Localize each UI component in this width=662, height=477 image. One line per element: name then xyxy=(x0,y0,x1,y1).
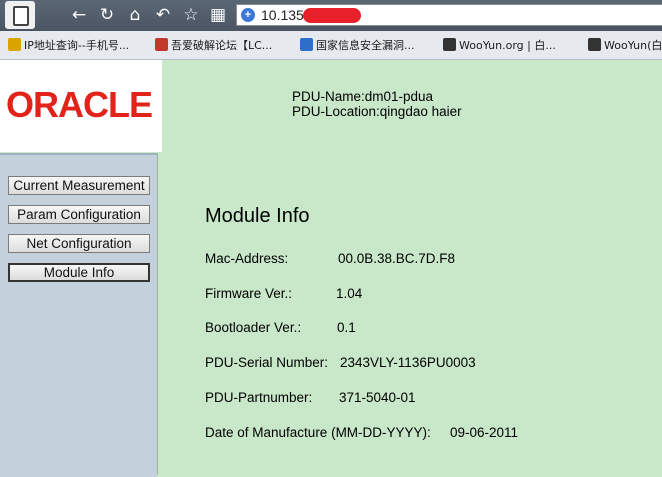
browser-toolbar: ← ↻ ⌂ ↶ ☆ ▦ + 10.135 xyxy=(0,0,662,31)
row-value: 2343VLY-1136PU0003 xyxy=(340,355,476,370)
current-measurement-button[interactable]: Current Measurement xyxy=(8,176,150,195)
redaction-mark xyxy=(303,8,361,23)
bookmarks-bar: IP地址查询--手机号... 吾爱破解论坛【LC... 国家信息安全漏洞... … xyxy=(0,31,662,60)
row-label: Firmware Ver.: xyxy=(205,286,293,301)
info-row-serial: PDU-Serial Number: 2343VLY-1136PU0003 xyxy=(205,355,476,370)
sidebar-divider xyxy=(157,153,158,475)
row-label: Bootloader Ver.: xyxy=(205,320,302,335)
row-value: 09-06-2011 xyxy=(450,425,519,440)
pdu-location: PDU-Location:qingdao haier xyxy=(292,104,462,119)
info-row-mac: Mac-Address: 00.0B.38.BC.7D.F8 xyxy=(205,251,455,266)
bookmark-item[interactable]: IP地址查询--手机号... xyxy=(8,37,129,53)
address-url[interactable]: 10.135 xyxy=(261,7,304,23)
bookmark-icon xyxy=(155,38,168,51)
row-value: 0.1 xyxy=(337,320,356,335)
bookmark-icon xyxy=(300,38,313,51)
bookmark-item[interactable]: 吾爱破解论坛【LC... xyxy=(155,37,272,53)
info-row-bootloader: Bootloader Ver.: 0.1 xyxy=(205,320,356,335)
info-row-partnumber: PDU-Partnumber: 371-5040-01 xyxy=(205,390,416,405)
oracle-logo: ORACLE xyxy=(6,84,153,125)
refresh-icon[interactable]: ↻ xyxy=(96,4,118,26)
param-configuration-button[interactable]: Param Configuration xyxy=(8,205,150,224)
module-info-title: Module Info xyxy=(205,205,310,227)
net-configuration-button[interactable]: Net Configuration xyxy=(8,234,150,253)
row-value: 00.0B.38.BC.7D.F8 xyxy=(338,251,456,266)
undo-icon[interactable]: ↶ xyxy=(152,4,174,26)
row-label: PDU-Serial Number: xyxy=(205,355,329,370)
sidebar: Current Measurement Param Configuration … xyxy=(0,153,157,477)
info-row-firmware: Firmware Ver.: 1.04 xyxy=(205,286,362,301)
row-value: 1.04 xyxy=(336,286,363,301)
logo-panel: ORACLE xyxy=(0,60,162,152)
info-row-manufacture-date: Date of Manufacture (MM-DD-YYYY): 09-06-… xyxy=(205,425,518,440)
module-info-button[interactable]: Module Info xyxy=(8,263,150,282)
bookmark-item[interactable]: 国家信息安全漏洞... xyxy=(300,37,415,53)
back-icon[interactable]: ← xyxy=(68,4,90,26)
star-icon[interactable]: ☆ xyxy=(180,4,202,26)
row-value: 371-5040-01 xyxy=(339,390,416,405)
browser-app-icon[interactable] xyxy=(5,1,35,29)
row-label: Date of Manufacture (MM-DD-YYYY): xyxy=(205,425,431,440)
bookmark-icon xyxy=(443,38,456,51)
row-label: PDU-Partnumber: xyxy=(205,390,313,405)
pdu-header: PDU-Name:dm01-pdua PDU-Location:qingdao … xyxy=(292,89,462,119)
apps-grid-icon[interactable]: ▦ xyxy=(207,4,229,26)
bookmark-icon xyxy=(588,38,601,51)
home-icon[interactable]: ⌂ xyxy=(124,4,146,26)
bookmark-item[interactable]: WooYun(白 xyxy=(588,37,662,53)
site-info-icon[interactable]: + xyxy=(241,8,255,22)
bookmark-icon xyxy=(8,38,21,51)
row-label: Mac-Address: xyxy=(205,251,289,266)
pdu-name: PDU-Name:dm01-pdua xyxy=(292,89,434,104)
address-bar[interactable]: + 10.135 xyxy=(236,4,662,26)
bookmark-item[interactable]: WooYun.org | 白... xyxy=(443,37,556,53)
